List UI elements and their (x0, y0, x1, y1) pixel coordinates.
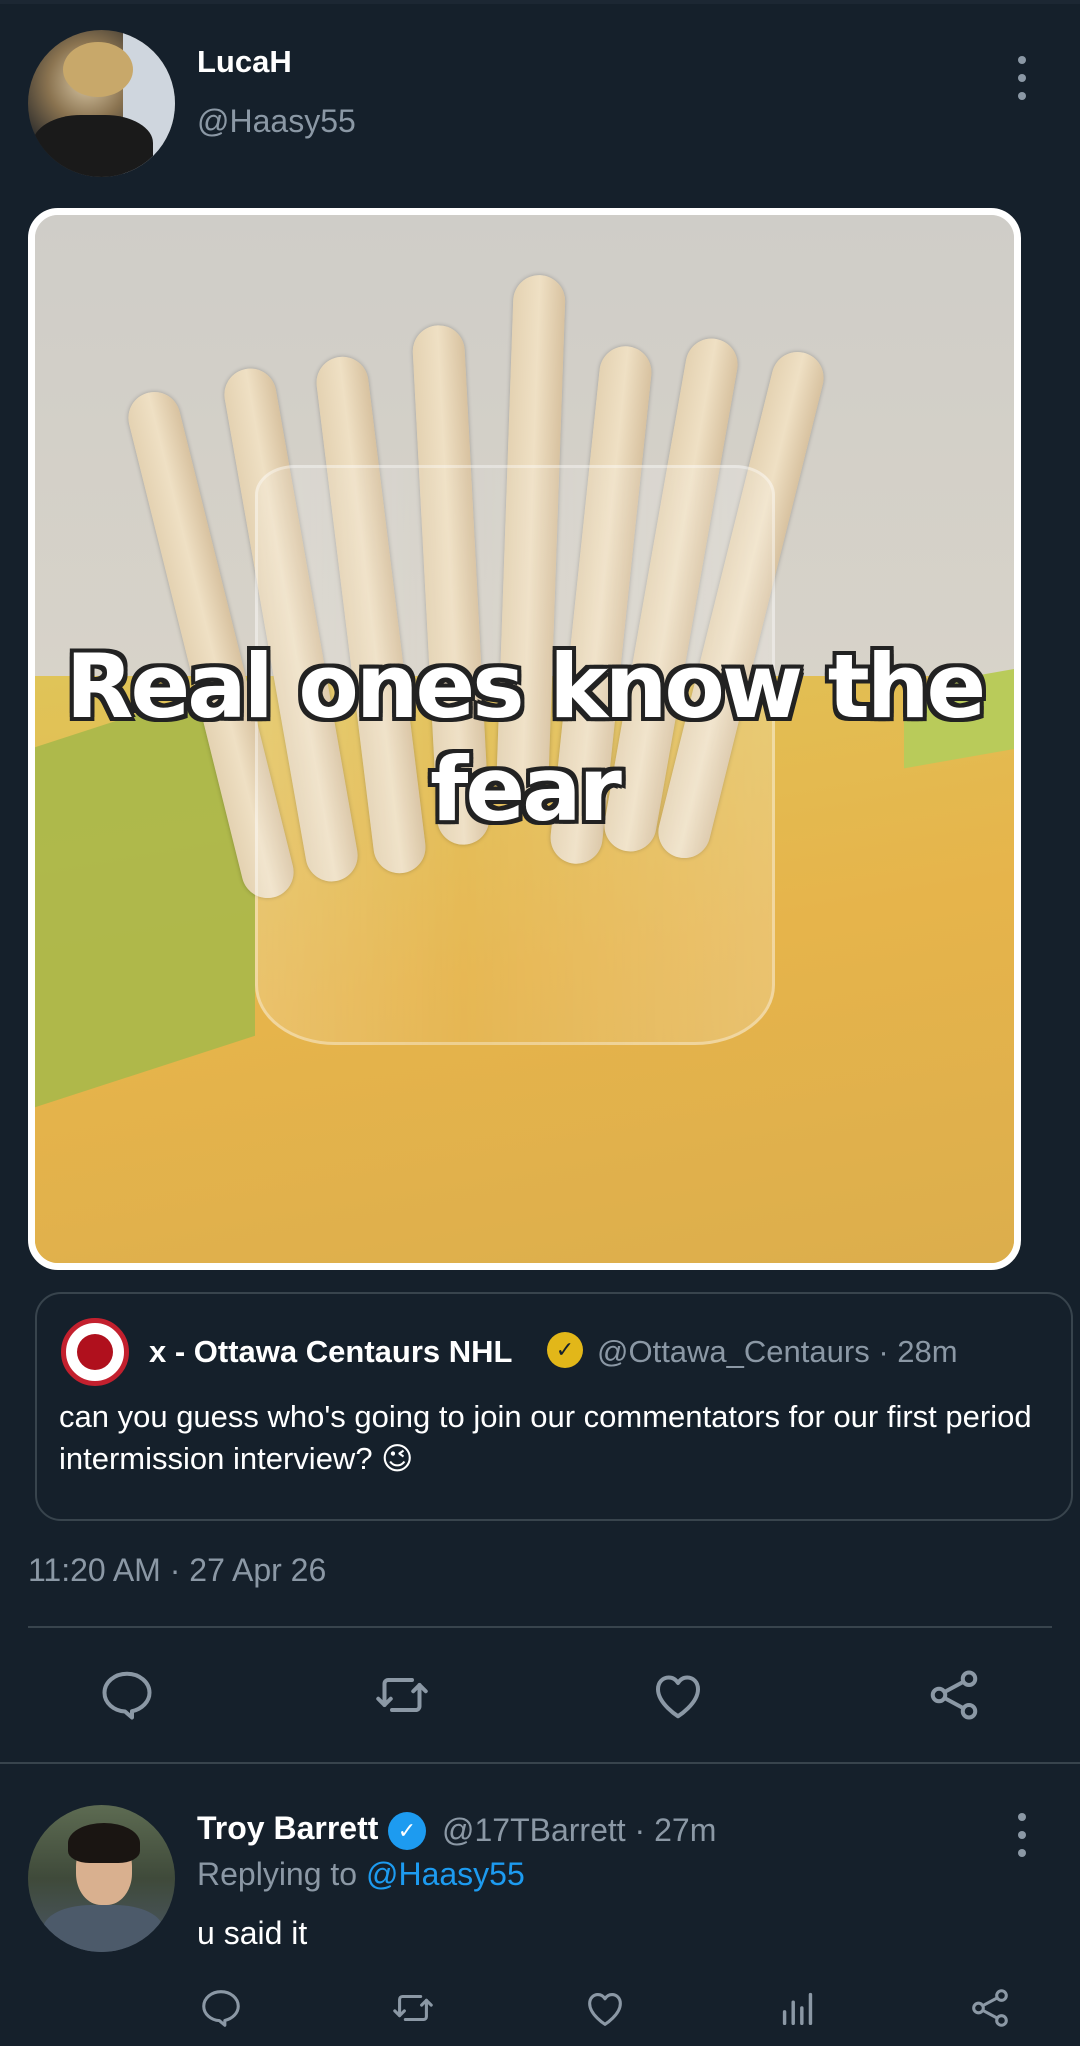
quoted-tweet[interactable]: x - Ottawa Centaurs NHL ✓ @Ottawa_Centau… (35, 1292, 1073, 1521)
divider (0, 1762, 1080, 1764)
retweet-icon[interactable] (372, 1665, 432, 1725)
reply-author-avatar[interactable] (28, 1805, 175, 1952)
reply-more-options-icon[interactable] (1010, 1813, 1034, 1857)
tweet-actions (0, 1660, 1080, 1730)
quoted-author-name: x - Ottawa Centaurs NHL (149, 1334, 513, 1369)
reply-meta: @17TBarrett · 27m (442, 1812, 717, 1848)
divider (28, 1626, 1052, 1628)
quoted-avatar (61, 1318, 129, 1386)
share-icon[interactable] (924, 1665, 984, 1725)
tweet-timestamp: 11:20 AM · 27 Apr 26 (28, 1552, 327, 1588)
author-name[interactable]: LucaH (197, 44, 292, 80)
author-handle[interactable]: @Haasy55 (197, 103, 356, 140)
meme-caption: Real ones know the fear (65, 635, 986, 841)
reply-text: u said it (197, 1915, 308, 1951)
reply-icon[interactable] (198, 1985, 244, 2031)
verified-gold-icon: ✓ (547, 1332, 583, 1368)
verified-blue-icon: ✓ (388, 1812, 426, 1850)
reply-actions (0, 1985, 1080, 2045)
reply-author-name[interactable]: Troy Barrett (197, 1810, 378, 1847)
status-strip (0, 0, 1080, 4)
share-icon[interactable] (967, 1985, 1013, 2031)
analytics-icon[interactable] (775, 1985, 821, 2031)
more-options-icon[interactable] (1010, 56, 1034, 100)
quoted-text: can you guess who's going to join our co… (59, 1399, 1032, 1476)
replying-mention-link[interactable]: @Haasy55 (366, 1856, 525, 1892)
like-icon[interactable] (582, 1985, 628, 2031)
replying-to: Replying to @Haasy55 (197, 1856, 525, 1893)
like-icon[interactable] (648, 1665, 708, 1725)
retweet-icon[interactable] (390, 1985, 436, 2031)
quoted-meta: @Ottawa_Centaurs · 28m (597, 1334, 958, 1369)
replying-prefix: Replying to (197, 1856, 358, 1892)
tweet-media-image[interactable]: Real ones know the fear (28, 208, 1021, 1270)
author-avatar[interactable] (28, 30, 175, 177)
reply-icon[interactable] (97, 1665, 157, 1725)
